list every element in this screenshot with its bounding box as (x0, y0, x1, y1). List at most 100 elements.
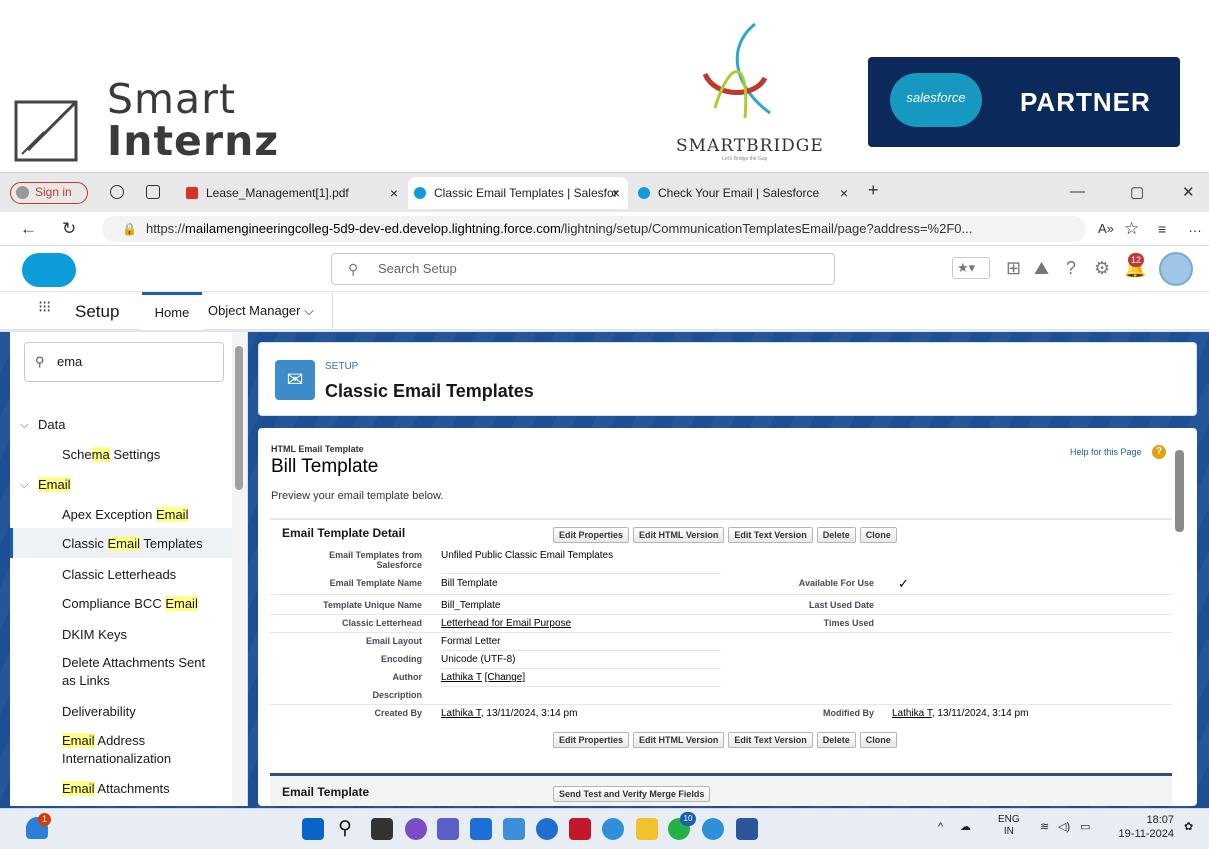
tab-actions-icon[interactable] (146, 185, 160, 199)
tree-item-schema-settings[interactable]: Schema Settings (10, 446, 232, 464)
language-indicator[interactable]: ENG IN (998, 814, 1020, 838)
trailhead-icon[interactable]: ⛰ (1034, 258, 1049, 279)
sign-in-button[interactable]: Sign in (10, 182, 88, 204)
task-view-icon[interactable] (371, 818, 393, 840)
tree-item-email-address-internationalization[interactable]: Email Address Internationalization (10, 732, 200, 768)
smartbridge-wordmark: SMARTBRIDGE (676, 136, 824, 156)
edge-profile-icon[interactable] (702, 818, 724, 840)
search-setup-input[interactable]: ⚲ Search Setup (331, 253, 835, 285)
nav-home-tab[interactable]: Home (142, 292, 202, 330)
edge-icon[interactable] (602, 818, 624, 840)
tree-item-dkim-keys[interactable]: DKIM Keys (10, 626, 232, 644)
wifi-icon[interactable]: ≋ (1040, 820, 1049, 833)
edit-html-version-button[interactable]: Edit HTML Version (633, 527, 725, 543)
search-icon[interactable]: ⚲ (338, 818, 360, 840)
tree-item-delete-attachments[interactable]: Delete Attachments Sent as Links (10, 654, 220, 690)
scrollbar-thumb[interactable] (235, 346, 243, 490)
salesforce-logo-icon[interactable] (22, 253, 76, 287)
tree-item-classic-email-templates[interactable]: Classic Email Templates (10, 528, 232, 558)
send-test-button[interactable]: Send Test and Verify Merge Fields (553, 786, 711, 802)
scrollbar-thumb[interactable] (1175, 450, 1184, 532)
delete-button[interactable]: Delete (816, 527, 856, 543)
content-scrollbar[interactable] (1173, 428, 1187, 806)
app-launcher-icon[interactable]: ⁝⁝⁝ (38, 300, 56, 320)
windows-taskbar: 1 ⚲ 10 ^ ☁ ENG IN ≋ ◁) ▭ 18:07 19-11-2024 … (0, 808, 1209, 849)
last-used-date-label: Last Used Date (808, 600, 874, 610)
back-arrow-icon[interactable]: ← (20, 219, 37, 239)
modified-by-user-link[interactable]: Lathika T (892, 708, 932, 719)
letterhead-link[interactable]: Letterhead for Email Purpose (441, 618, 571, 629)
teams-icon[interactable] (437, 818, 459, 840)
change-author-link[interactable]: [Change] (485, 672, 526, 683)
collections-icon[interactable]: ≡ (1158, 221, 1166, 237)
hp-app-icon[interactable] (503, 818, 525, 840)
read-aloud-icon[interactable]: A» (1098, 221, 1114, 236)
delete-button[interactable]: Delete (816, 732, 856, 748)
email-layout-value: Formal Letter (441, 636, 501, 647)
edit-text-version-button[interactable]: Edit Text Version (728, 527, 813, 543)
clone-button[interactable]: Clone (859, 527, 897, 543)
global-actions-icon[interactable]: ⊞ (1006, 258, 1021, 279)
tree-section-data[interactable]: ⌵ Data (10, 416, 232, 434)
created-by-user-link[interactable]: Lathika T (441, 708, 481, 719)
new-tab-button[interactable]: + (868, 180, 879, 201)
notification-center-icon[interactable]: ✿ (1184, 820, 1193, 833)
tree-section-email[interactable]: ⌵ Email (10, 476, 232, 494)
times-used-label: Times Used (823, 618, 874, 628)
nav-object-manager-tab[interactable]: Object Manager ⌵ (208, 292, 314, 330)
edit-properties-button[interactable]: Edit Properties (553, 527, 630, 543)
tab-check-your-email[interactable]: Check Your Email | Salesforce × (632, 177, 856, 209)
tree-item-compliance-bcc-email[interactable]: Compliance BCC Email (10, 595, 232, 613)
minimize-button[interactable]: — (1070, 183, 1085, 200)
tray-overflow-icon[interactable]: ^ (938, 821, 943, 833)
available-checkmark-icon: ✓ (898, 576, 909, 591)
store-icon[interactable] (470, 818, 492, 840)
tree-item-deliverability[interactable]: Deliverability (10, 703, 232, 721)
workspaces-icon[interactable] (110, 185, 124, 199)
help-app-icon[interactable] (536, 818, 558, 840)
restore-button[interactable]: ▢ (1130, 183, 1144, 201)
tab-lease-pdf[interactable]: Lease_Management[1].pdf × (180, 177, 406, 209)
search-icon: ⚲ (35, 354, 45, 369)
start-windows-icon[interactable] (302, 818, 324, 840)
template-name-label: Email Template Name (329, 578, 422, 588)
profile-icon (16, 186, 29, 199)
tab-classic-email-templates[interactable]: Classic Email Templates | Salesfor × (408, 177, 628, 209)
gear-icon[interactable]: ⚙ (1094, 258, 1110, 279)
more-menu-icon[interactable]: … (1188, 219, 1202, 235)
word-icon[interactable] (736, 818, 758, 840)
close-tab-icon[interactable]: × (840, 177, 848, 209)
help-question-icon[interactable]: ? (1152, 445, 1166, 459)
tree-item-email-attachments[interactable]: Email Attachments (10, 780, 232, 798)
whatsapp-badge: 10 (680, 812, 696, 826)
mcafee-icon[interactable] (569, 818, 591, 840)
refresh-icon[interactable]: ↻ (62, 219, 76, 239)
clone-button[interactable]: Clone (859, 732, 897, 748)
tree-item-apex-exception-email[interactable]: Apex Exception Email (10, 506, 232, 524)
url-field[interactable]: 🔒 https://mailamengineeringcolleg-5d9-de… (102, 216, 1086, 242)
file-explorer-icon[interactable] (636, 818, 658, 840)
partner-label: PARTNER (1020, 87, 1151, 117)
sidebar-scrollbar[interactable] (232, 332, 247, 806)
edit-html-version-button[interactable]: Edit HTML Version (633, 732, 725, 748)
close-tab-icon[interactable]: × (390, 177, 398, 209)
tree-item-classic-letterheads[interactable]: Classic Letterheads (10, 566, 232, 584)
author-link[interactable]: Lathika T (441, 672, 482, 683)
edit-properties-button[interactable]: Edit Properties (553, 732, 630, 748)
battery-icon[interactable]: ▭ (1080, 820, 1090, 833)
close-tab-icon[interactable]: × (612, 177, 620, 209)
copilot-icon[interactable] (405, 818, 427, 840)
edit-text-version-button[interactable]: Edit Text Version (728, 732, 813, 748)
quick-find-input[interactable]: ⚲ ema (24, 342, 224, 382)
row-divider (441, 650, 721, 651)
favorites-star-icon[interactable]: ★▾ (952, 257, 990, 279)
volume-icon[interactable]: ◁) (1058, 820, 1070, 833)
help-icon[interactable]: ? (1066, 258, 1076, 279)
lock-icon: 🔒 (122, 222, 137, 236)
cloud-sync-icon[interactable]: ☁ (960, 820, 971, 833)
help-link[interactable]: Help for this Page (1070, 447, 1142, 457)
clock[interactable]: 18:07 19-11-2024 (1114, 813, 1174, 841)
favorite-star-icon[interactable]: ☆ (1124, 219, 1139, 239)
user-avatar[interactable] (1159, 252, 1193, 286)
close-window-button[interactable]: ✕ (1182, 183, 1195, 201)
